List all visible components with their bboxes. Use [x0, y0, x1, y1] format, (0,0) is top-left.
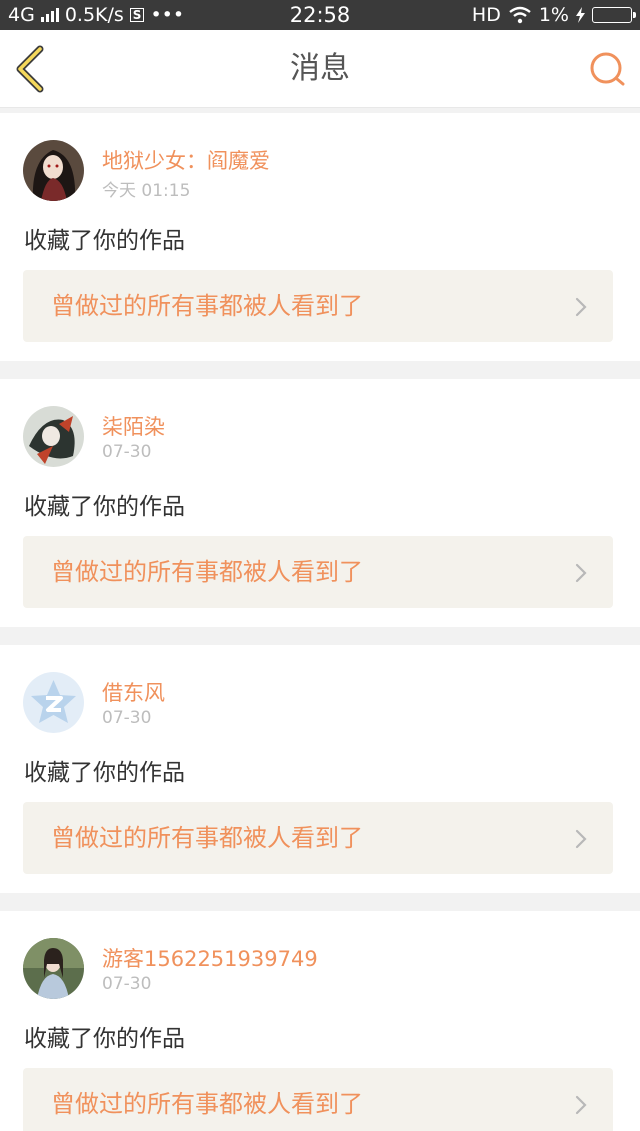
s-badge-icon: S	[129, 8, 145, 22]
action-text: 收藏了你的作品	[24, 1026, 185, 1052]
signal-icon	[40, 8, 59, 22]
username[interactable]: 柒陌染	[102, 411, 165, 441]
status-bar: 4G 0.5K/s S ••• 22:58 HD 1%	[0, 0, 640, 30]
work-link[interactable]: 曾做过的所有事都被人看到了	[23, 1068, 613, 1131]
message-card: 游客1562251939749 07-30 收藏了你的作品 曾做过的所有事都被人…	[0, 911, 640, 1131]
avatar[interactable]	[23, 406, 84, 467]
message-card: 柒陌染 07-30 收藏了你的作品 曾做过的所有事都被人看到了	[0, 379, 640, 627]
photo-avatar-icon	[23, 938, 84, 999]
work-title: 曾做过的所有事都被人看到了	[51, 292, 363, 320]
chevron-right-icon	[575, 297, 587, 317]
work-title: 曾做过的所有事都被人看到了	[51, 1090, 363, 1118]
avatar[interactable]	[23, 938, 84, 999]
battery-percent: 1%	[538, 4, 569, 26]
message-time: 07-30	[102, 708, 152, 728]
network-speed: 0.5K/s	[64, 4, 124, 26]
work-title: 曾做过的所有事都被人看到了	[51, 558, 363, 586]
action-text: 收藏了你的作品	[24, 494, 185, 520]
battery-icon	[592, 7, 636, 23]
work-link[interactable]: 曾做过的所有事都被人看到了	[23, 270, 613, 342]
charging-icon	[576, 7, 585, 23]
message-time: 今天 01:15	[102, 181, 191, 201]
page-title: 消息	[290, 51, 350, 86]
action-text: 收藏了你的作品	[24, 228, 185, 254]
work-title: 曾做过的所有事都被人看到了	[51, 824, 363, 852]
message-time: 07-30	[102, 974, 152, 994]
message-time: 07-30	[102, 442, 152, 462]
chevron-right-icon	[575, 563, 587, 583]
message-list: 地狱少女：阎魔爱 今天 01:15 收藏了你的作品 曾做过的所有事都被人看到了 …	[0, 113, 640, 1131]
search-button[interactable]	[588, 50, 626, 88]
top-navigation-bar: 消息	[0, 30, 640, 108]
network-type: 4G	[8, 4, 35, 26]
more-notifications-icon: •••	[150, 4, 185, 26]
username[interactable]: 地狱少女：阎魔爱	[102, 145, 270, 175]
action-text: 收藏了你的作品	[24, 760, 185, 786]
chevron-right-icon	[575, 829, 587, 849]
message-card: 借东风 07-30 收藏了你的作品 曾做过的所有事都被人看到了	[0, 645, 640, 893]
work-link[interactable]: 曾做过的所有事都被人看到了	[23, 802, 613, 874]
anime-girl-avatar-icon	[23, 140, 84, 201]
search-icon	[590, 52, 625, 86]
username[interactable]: 借东风	[102, 677, 165, 707]
chevron-right-icon	[575, 1095, 587, 1115]
avatar[interactable]	[23, 140, 84, 201]
username[interactable]: 游客1562251939749	[102, 943, 318, 973]
message-card: 地狱少女：阎魔爱 今天 01:15 收藏了你的作品 曾做过的所有事都被人看到了	[0, 113, 640, 361]
default-qq-avatar-icon	[23, 672, 84, 733]
hd-indicator: HD	[471, 4, 501, 26]
anime-character-avatar-icon	[23, 406, 84, 467]
work-link[interactable]: 曾做过的所有事都被人看到了	[23, 536, 613, 608]
avatar[interactable]	[23, 672, 84, 733]
wifi-icon	[509, 6, 531, 24]
